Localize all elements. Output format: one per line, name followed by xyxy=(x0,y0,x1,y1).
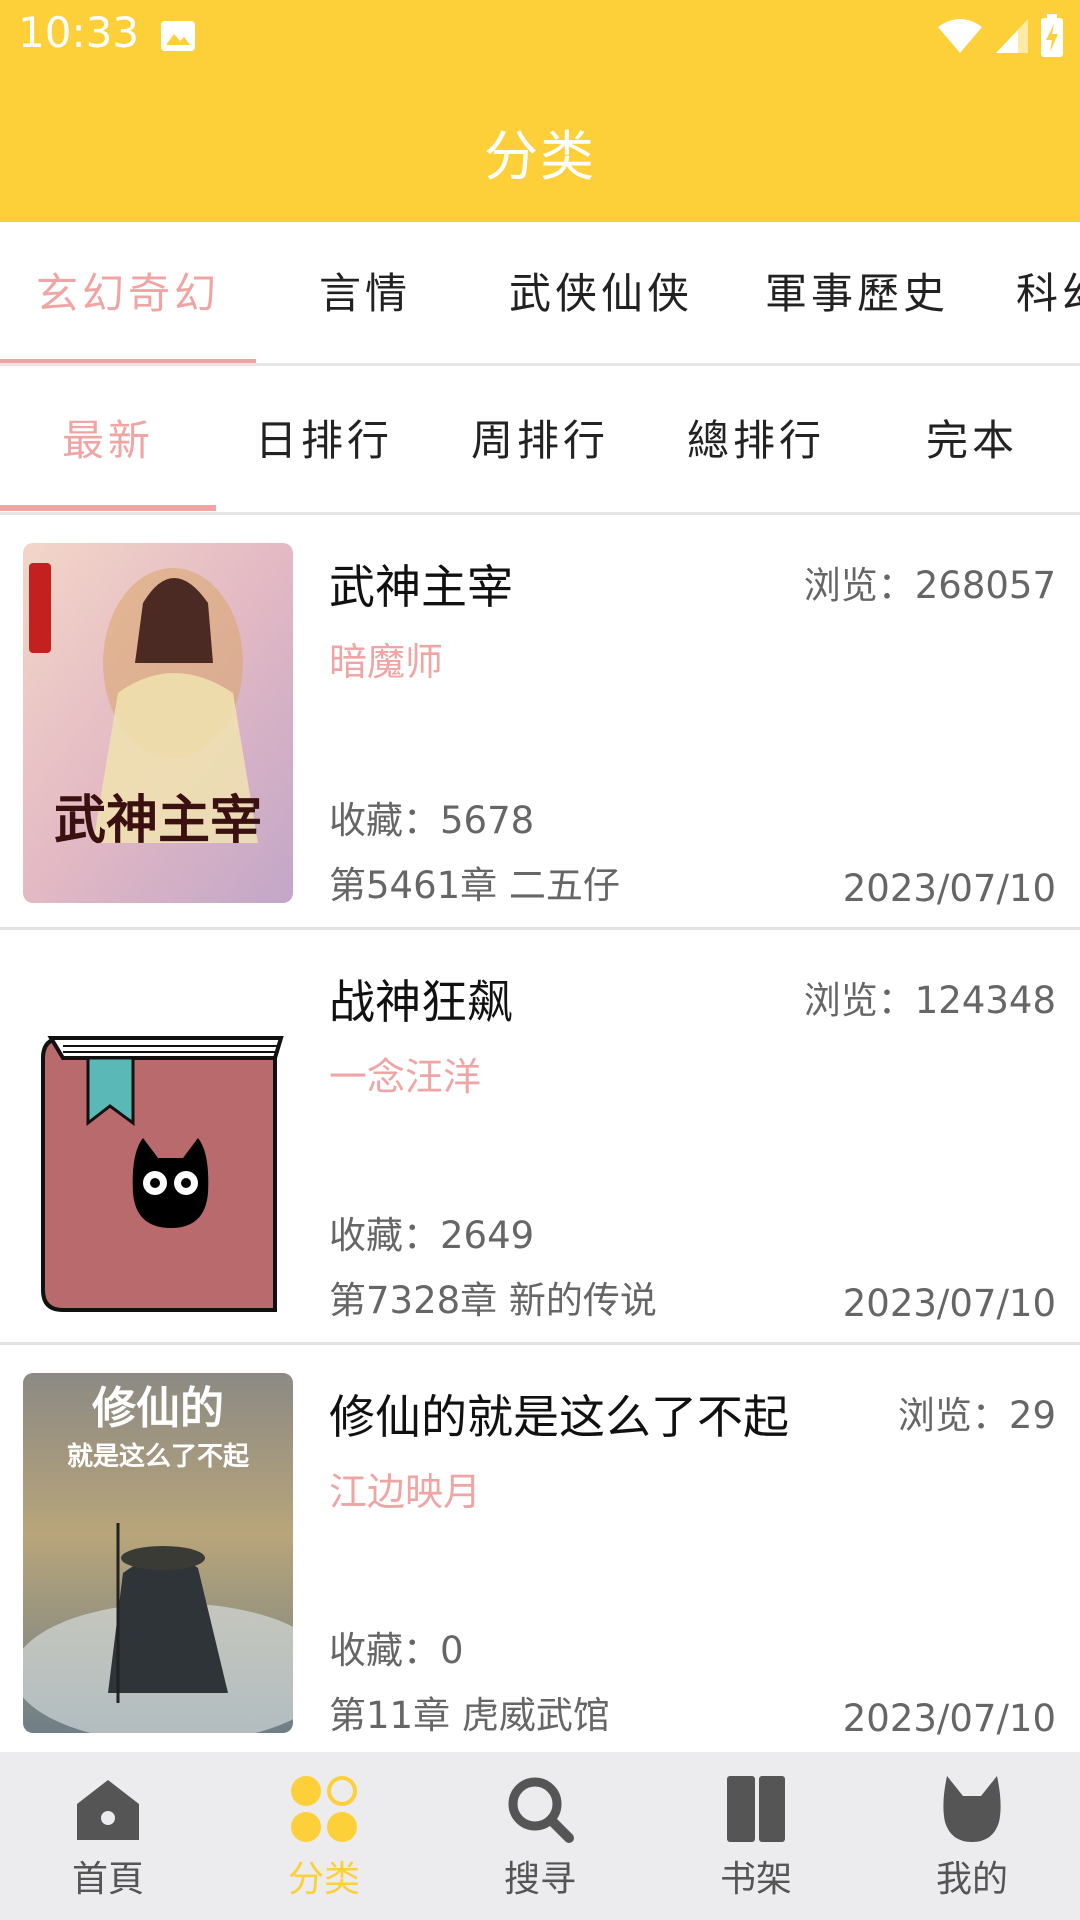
nav-category[interactable]: 分类 xyxy=(216,1752,432,1920)
book-cover-image[interactable]: 武神主宰 xyxy=(23,543,293,903)
tab-latest[interactable]: 最新 xyxy=(0,369,216,512)
book-item[interactable]: 战神狂飙 一念汪洋 浏览：124348 收藏：2649 第7328章 新的传说 … xyxy=(0,930,1080,1345)
nav-home[interactable]: 首頁 xyxy=(0,1752,216,1920)
book-author: 江边映月 xyxy=(329,1470,482,1514)
tab-daily-rank[interactable]: 日排行 xyxy=(216,369,432,512)
tab-yanqing[interactable]: 言情 xyxy=(256,222,474,363)
book-title[interactable]: 修仙的就是这么了不起 xyxy=(329,1381,789,1447)
cover-title-line2: 就是这么了不起 xyxy=(67,1441,250,1472)
search-icon xyxy=(508,1777,574,1843)
default-book-cover-icon[interactable] xyxy=(23,958,293,1318)
status-bar: 10:33 xyxy=(0,0,1080,72)
book-views: 浏览：268057 xyxy=(803,564,1056,607)
nav-profile-label: 我的 xyxy=(935,1859,1008,1900)
book-update-date: 2023/07/10 xyxy=(842,867,1056,910)
book-favorites: 收藏：0 xyxy=(329,1629,464,1672)
app-header: 10:33 分类 xyxy=(0,0,1080,222)
cover-title-text: 武神主宰 xyxy=(54,790,262,851)
book-update-date: 2023/07/10 xyxy=(842,1282,1056,1325)
book-list: 武神主宰 武神主宰 暗魔师 浏览：268057 收藏：5678 第5461章 二… xyxy=(0,515,1080,1752)
book-title[interactable]: 战神狂飙 xyxy=(329,966,513,1032)
tab-completed[interactable]: 完本 xyxy=(864,369,1080,512)
page-title: 分类 xyxy=(484,125,596,188)
book-views: 浏览：124348 xyxy=(803,979,1056,1022)
status-time: 10:33 xyxy=(18,8,140,57)
book-item[interactable]: 武神主宰 武神主宰 暗魔师 浏览：268057 收藏：5678 第5461章 二… xyxy=(0,515,1080,930)
book-update-date: 2023/07/10 xyxy=(842,1697,1056,1740)
home-icon xyxy=(77,1780,139,1840)
nav-bookshelf-label: 书架 xyxy=(719,1859,792,1900)
category-tab-indicator xyxy=(0,359,256,363)
profile-icon xyxy=(943,1776,1001,1842)
status-icons xyxy=(936,14,1064,58)
nav-bookshelf[interactable]: 书架 xyxy=(648,1752,864,1920)
nav-search-label: 搜寻 xyxy=(503,1859,576,1900)
book-latest-chapter: 第7328章 新的传说 xyxy=(329,1279,657,1322)
book-author: 暗魔师 xyxy=(329,640,444,684)
bookshelf-icon xyxy=(727,1776,785,1842)
nav-profile[interactable]: 我的 xyxy=(864,1752,1080,1920)
battery-icon xyxy=(1041,14,1063,57)
tab-xuanhuan[interactable]: 玄幻奇幻 xyxy=(0,222,256,363)
category-tabs: 玄幻奇幻 言情 武侠仙侠 軍事歷史 科幻 xyxy=(0,222,1080,366)
sort-tab-indicator xyxy=(0,505,216,511)
tab-kehuan[interactable]: 科幻 xyxy=(1016,222,1080,363)
book-latest-chapter: 第5461章 二五仔 xyxy=(329,864,620,907)
book-favorites: 收藏：5678 xyxy=(329,799,535,842)
sort-tabs: 最新 日排行 周排行 總排行 完本 xyxy=(0,369,1080,515)
book-author: 一念汪洋 xyxy=(329,1055,482,1099)
cover-title-line1: 修仙的 xyxy=(92,1383,224,1434)
tab-weekly-rank[interactable]: 周排行 xyxy=(432,369,648,512)
nav-category-label: 分类 xyxy=(287,1859,360,1900)
tab-junshi[interactable]: 軍事歷史 xyxy=(728,222,986,363)
category-icon xyxy=(291,1776,357,1842)
book-title[interactable]: 武神主宰 xyxy=(329,551,513,617)
image-notification-icon xyxy=(161,21,195,51)
book-item[interactable]: 修仙的 就是这么了不起 修仙的就是这么了不起 江边映月 浏览：29 收藏：0 第… xyxy=(0,1345,1080,1752)
tab-wuxia[interactable]: 武侠仙侠 xyxy=(474,222,728,363)
book-favorites: 收藏：2649 xyxy=(329,1214,535,1257)
tab-total-rank[interactable]: 總排行 xyxy=(648,369,864,512)
book-cover-image[interactable]: 修仙的 就是这么了不起 xyxy=(23,1373,293,1733)
wifi-icon xyxy=(938,19,982,53)
nav-home-label: 首頁 xyxy=(71,1859,144,1900)
book-latest-chapter: 第11章 虎威武馆 xyxy=(329,1694,610,1737)
bottom-navigation: 首頁 分类 搜寻 书架 我的 xyxy=(0,1752,1080,1920)
nav-search[interactable]: 搜寻 xyxy=(432,1752,648,1920)
book-views: 浏览：29 xyxy=(897,1394,1056,1437)
signal-icon xyxy=(996,19,1028,53)
